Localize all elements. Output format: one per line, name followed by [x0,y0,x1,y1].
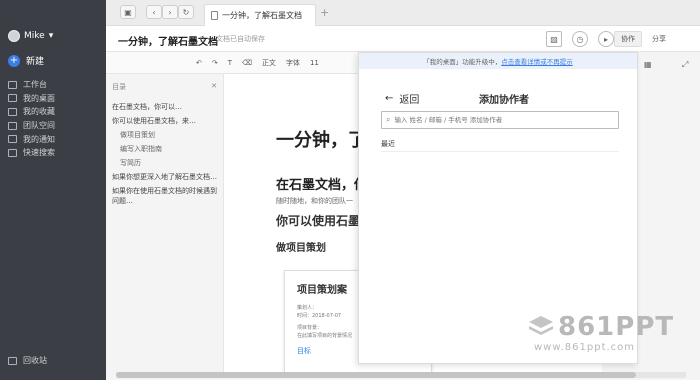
sidebar-item-label: 工作台 [23,80,47,90]
scrollbar-thumb[interactable] [116,372,636,378]
horizontal-scrollbar[interactable] [116,372,686,378]
back-label: 返回 [399,95,420,106]
banner-link[interactable]: 点击查看详情或不再提示 [501,56,573,66]
history-icon[interactable]: ◷ [572,31,588,47]
search-icon [8,148,17,157]
user-menu[interactable]: Mike ▾ [8,30,53,42]
sidebar-item-team[interactable]: 团队空间 [8,119,55,133]
style-select[interactable]: 正文 [262,58,276,68]
avatar [8,30,20,42]
close-icon[interactable]: ✕ [211,82,217,92]
sidebar-item-workbench[interactable]: 工作台 [8,78,55,92]
toc-title: 目录 [112,83,126,91]
sidebar-item-search[interactable]: 快速搜索 [8,146,55,160]
size-select[interactable]: 11 [310,59,319,67]
tab-title: 一分钟，了解石墨文档 [222,11,302,20]
header-icons: ▨ ◷ ▸ [546,31,614,47]
sidebar-item-label: 我的收藏 [23,107,55,117]
trash-button[interactable]: 回收站 [8,355,47,366]
new-label: 新建 [26,57,45,67]
refresh-icon: ↻ [182,7,190,17]
font-select[interactable]: 字体 [286,58,300,68]
divider [381,151,619,152]
forward-nav-button[interactable]: › [162,5,178,19]
trash-icon [8,356,17,365]
sidebar: Mike ▾ + 新建 工作台 我的桌面 我的收藏 团队空间 我的通知 快速搜索… [0,0,106,380]
toc-item[interactable]: 如果你想更深入地了解石墨文档… [112,172,217,182]
sidebar-item-label: 快速搜索 [23,148,55,158]
sidebar-item-label: 团队空间 [23,121,55,131]
add-tab-button[interactable]: + [320,6,329,19]
toc-item[interactable]: 在石墨文档，你可以… [112,102,217,112]
team-icon [8,121,17,130]
bell-icon [8,135,17,144]
sidebar-item-desktop[interactable]: 我的桌面 [8,92,55,106]
expand-icon[interactable]: ⤢ [682,60,688,70]
undo-icon[interactable]: ↶ [196,59,202,67]
collaborator-search-input[interactable] [394,116,605,124]
share-button[interactable]: 分享 [646,31,672,47]
toc-item[interactable]: 编写入职指南 [112,144,217,154]
banner-text: 「我的桌面」功能升级中， [423,58,502,66]
sidebar-item-favorites[interactable]: 我的收藏 [8,105,55,119]
bookmark-icon[interactable]: ▯ [200,34,204,43]
collaborator-search: ⌕ [381,111,619,129]
search-icon: ⌕ [386,115,391,124]
format-painter-icon[interactable]: T [228,59,232,67]
watermark: 861PPT www.861ppt.com [528,312,674,353]
chevron-left-icon: ‹ [152,7,156,17]
redo-icon[interactable]: ↷ [212,59,218,67]
doc-paragraph: 随时随地，和你的团队一 [276,197,353,205]
arrow-left-icon: ← [385,93,394,104]
table-of-contents: 目录 ✕ 在石墨文档，你可以… 你可以使用石墨文档，来… 做项目策划 编写入职指… [106,74,224,374]
refresh-button[interactable]: ↻ [178,5,194,19]
toc-item[interactable]: 如果你在使用石墨文档的时候遇到问题… [112,186,217,206]
clear-format-icon[interactable]: ⌫ [242,59,252,67]
sidebar-item-label: 我的桌面 [23,93,55,103]
watermark-url: www.861ppt.com [534,342,636,353]
doc-heading-3: 做项目策划 [276,243,326,254]
back-nav-button[interactable]: ‹ [146,5,162,19]
sidebar-nav: 工作台 我的桌面 我的收藏 团队空间 我的通知 快速搜索 [8,78,55,160]
collaborate-button[interactable]: 协作 [614,31,642,47]
stack-logo-icon [529,316,553,335]
sidebar-toggle-button[interactable]: ▣ [120,5,136,19]
bookmark-icon [8,107,17,116]
sidebar-item-notifications[interactable]: 我的通知 [8,132,55,146]
grid-icon[interactable]: ▦ [644,60,652,69]
present-icon[interactable]: ▸ [598,31,614,47]
workbench-icon [8,80,17,89]
browser-topbar: ▣ ‹ › ↻ 一分钟，了解石墨文档 + [106,0,700,26]
tab-document[interactable]: 一分钟，了解石墨文档 [204,4,316,26]
user-name: Mike [24,31,45,41]
plus-icon: + [8,54,20,67]
image-icon[interactable]: ▨ [546,31,562,47]
panel-title: 添加协作者 [479,95,529,106]
new-button[interactable]: + 新建 [8,54,44,67]
upgrade-banner: 「我的桌面」功能升级中， 点击查看详情或不再提示 [359,53,637,69]
toc-item[interactable]: 写简历 [112,158,217,168]
document-icon [211,11,218,20]
toc-item[interactable]: 做项目策划 [112,130,217,140]
back-button[interactable]: ← 返回 [385,91,419,106]
toc-item[interactable]: 你可以使用石墨文档，来… [112,116,217,126]
chevron-right-icon: › [168,7,172,17]
panel-icon: ▣ [124,7,132,17]
trash-label: 回收站 [23,356,47,365]
save-status: 文档已自动保存 [216,35,265,43]
sidebar-item-label: 我的通知 [23,134,55,144]
chevron-down-icon: ▾ [48,31,54,41]
desktop-icon [8,94,17,103]
document-header: 一分钟，了解石墨文档 ▯ 文档已自动保存 ▨ ◷ ▸ 协作 分享 [106,26,700,52]
